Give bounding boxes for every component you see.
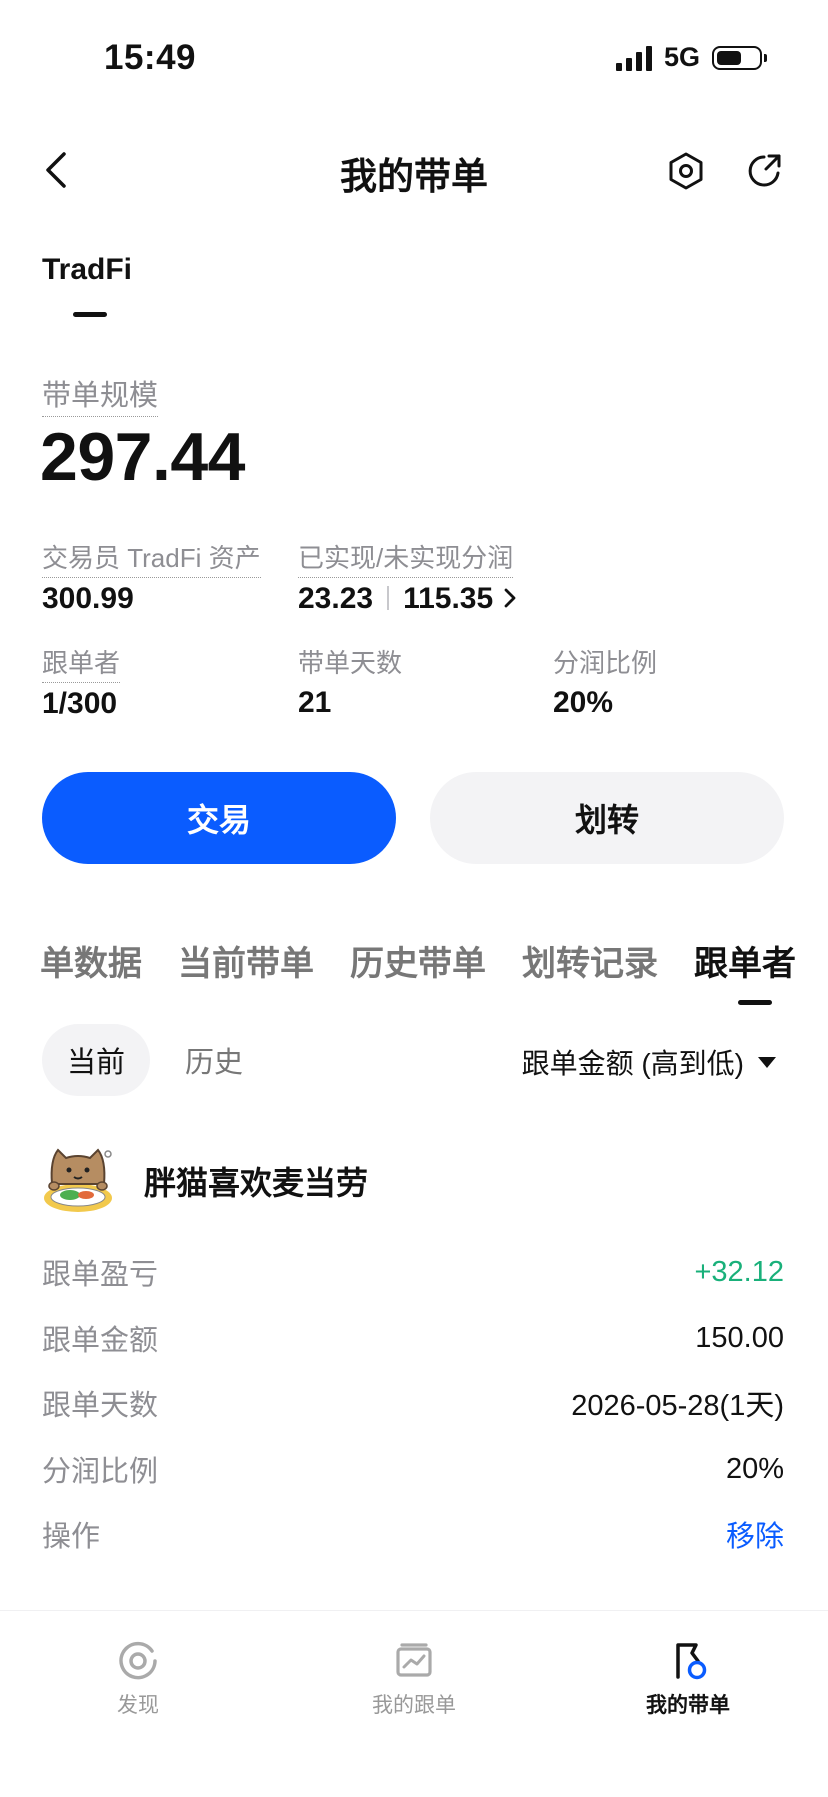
days-stat: 带单天数 21: [298, 643, 402, 720]
flag-icon: [676, 1643, 707, 1680]
unrealized-value: 115.35: [403, 582, 494, 615]
tab-order-data[interactable]: 单数据: [40, 936, 142, 985]
network-label: 5G: [663, 42, 700, 72]
detail-row-amount: 跟单金额 150.00: [42, 1318, 784, 1358]
chart-card-icon: [396, 1643, 432, 1677]
segment-current[interactable]: 当前: [42, 1024, 150, 1096]
detail-row-action: 操作 移除: [42, 1514, 784, 1554]
trader-assets-value: 300.99: [42, 582, 134, 615]
followers-value: 1/300: [42, 687, 118, 720]
row-label: 跟单金额: [42, 1325, 159, 1357]
transfer-button[interactable]: 划转: [430, 772, 784, 864]
days-value: 2026-05-28(1天): [571, 1390, 784, 1422]
days-value: 21: [298, 686, 332, 719]
chevron-right-icon[interactable]: [503, 587, 517, 609]
status-indicators: 5G: [615, 42, 767, 73]
realized-value: 23.23: [298, 582, 374, 615]
bottom-nav: 发现 我的跟单 我的带单: [0, 1610, 828, 1797]
detail-row-days: 跟单天数 2026-05-28(1天): [42, 1383, 784, 1423]
profit-share-label[interactable]: 已实现/未实现分润: [298, 538, 514, 578]
section-tabs: 单数据 当前带单 历史带单 划转记录 跟单者: [40, 936, 796, 985]
row-label: 操作: [42, 1521, 101, 1553]
days-label: 带单天数: [298, 648, 403, 678]
detail-row-ratio: 分润比例 20%: [42, 1449, 784, 1489]
discover-icon: [119, 1641, 157, 1680]
followers-label[interactable]: 跟单者: [42, 643, 121, 683]
row-label: 分润比例: [42, 1456, 159, 1488]
follower-name: 胖猫喜欢麦当劳: [144, 1165, 369, 1201]
share-icon[interactable]: [744, 151, 784, 191]
divider: [387, 586, 390, 610]
ratio-stat: 分润比例 20%: [553, 643, 657, 720]
settings-hex-icon[interactable]: [666, 151, 706, 191]
avatar: [44, 1148, 112, 1212]
trader-assets-label[interactable]: 交易员 TradFi 资产: [42, 538, 261, 578]
battery-icon: [712, 45, 767, 70]
ratio-label: 分润比例: [553, 648, 658, 678]
caret-down-icon: [758, 1056, 776, 1068]
remove-button[interactable]: 移除: [726, 1513, 784, 1555]
sort-label: 跟单金额 (高到低): [521, 1048, 744, 1079]
detail-row-pnl: 跟单盈亏 +32.12: [42, 1252, 784, 1292]
tab-followers[interactable]: 跟单者: [694, 936, 796, 985]
tab-indicator: [73, 312, 107, 317]
segment-history[interactable]: 历史: [160, 1024, 268, 1096]
nav-discover[interactable]: 发现: [38, 1639, 238, 1719]
tab-current-orders[interactable]: 当前带单: [178, 936, 314, 985]
tab-indicator: [738, 1000, 772, 1005]
ratio-value: 20%: [725, 1452, 784, 1485]
profit-share-stat[interactable]: 已实现/未实现分润 23.23 115.35: [298, 538, 517, 616]
status-time: 15:49: [104, 38, 197, 77]
nav-label: 发现: [117, 1694, 159, 1717]
trader-assets-stat: 交易员 TradFi 资产 300.99: [42, 538, 261, 616]
row-label: 跟单盈亏: [42, 1259, 159, 1291]
sort-dropdown[interactable]: 跟单金额 (高到低): [522, 1042, 776, 1082]
pnl-value: +32.12: [694, 1255, 784, 1288]
ratio-value: 20%: [553, 686, 614, 719]
tab-tradfi[interactable]: TradFi: [42, 253, 132, 287]
amount-value: 150.00: [695, 1321, 784, 1354]
nav-label: 我的带单: [646, 1694, 730, 1717]
scale-value: 297.44: [40, 419, 245, 495]
nav-my-lead[interactable]: 我的带单: [588, 1639, 788, 1719]
nav-label: 我的跟单: [372, 1694, 456, 1717]
tab-history-orders[interactable]: 历史带单: [350, 936, 486, 985]
tab-transfer-records[interactable]: 划转记录: [522, 936, 658, 985]
signal-icon: [615, 45, 652, 71]
trade-button[interactable]: 交易: [42, 772, 396, 864]
followers-stat: 跟单者 1/300: [42, 643, 121, 721]
scale-label[interactable]: 带单规模: [42, 372, 159, 417]
nav-my-copy[interactable]: 我的跟单: [314, 1639, 514, 1719]
row-label: 跟单天数: [42, 1390, 159, 1422]
